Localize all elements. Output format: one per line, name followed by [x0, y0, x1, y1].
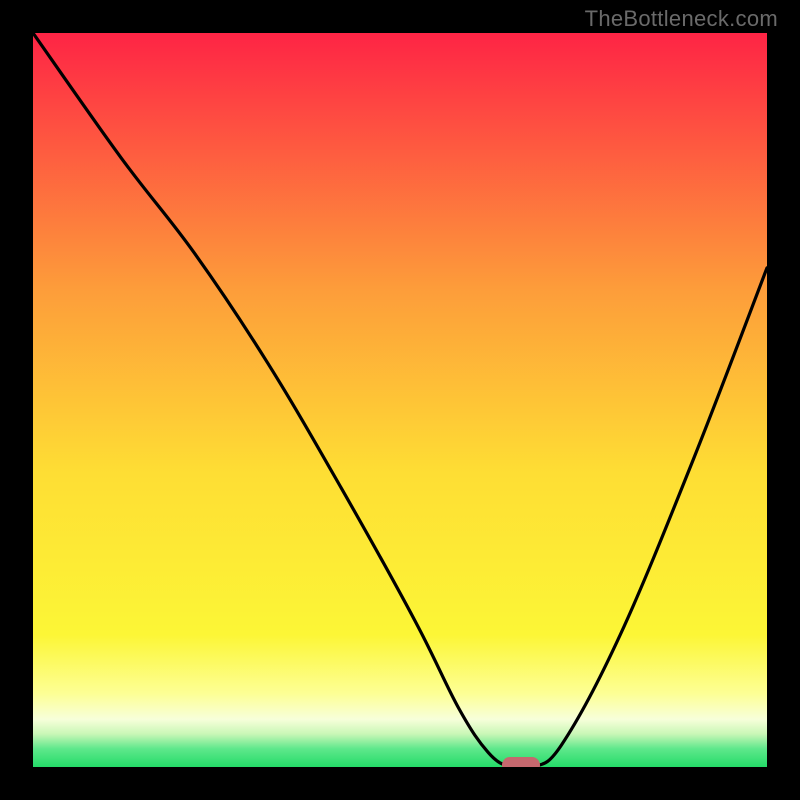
chart-frame: [33, 33, 767, 767]
watermark-text: TheBottleneck.com: [585, 6, 778, 32]
optimum-marker: [502, 757, 540, 767]
bottleneck-curve: [33, 33, 767, 767]
